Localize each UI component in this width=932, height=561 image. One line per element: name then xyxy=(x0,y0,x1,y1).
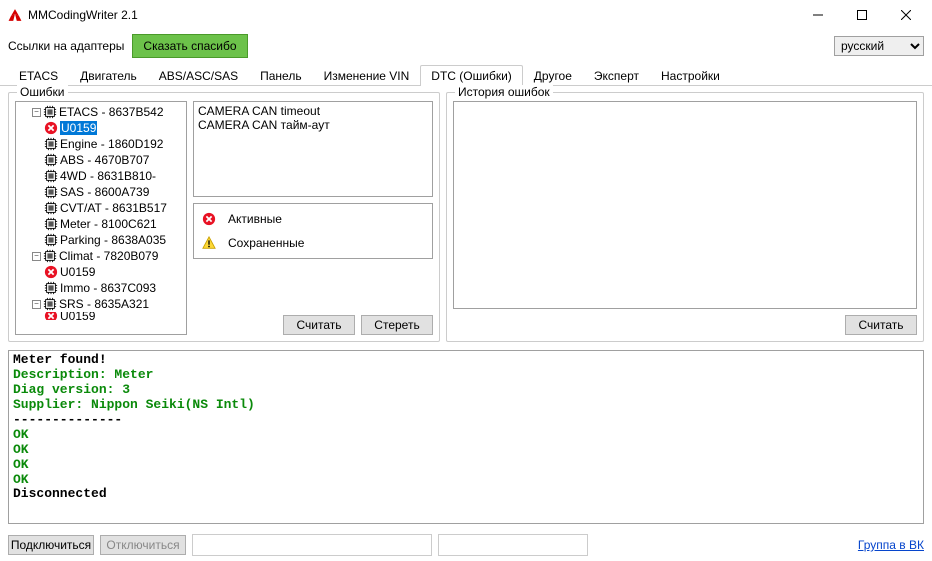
tree-node-label: SRS - 8635A321 xyxy=(59,297,149,311)
status-slot-1 xyxy=(192,534,432,556)
connect-button[interactable]: Подключиться xyxy=(8,535,94,555)
history-legend: История ошибок xyxy=(455,85,553,99)
tab-7[interactable]: Эксперт xyxy=(583,65,650,86)
tab-4[interactable]: Изменение VIN xyxy=(313,65,421,86)
tree-node-label: SAS - 8600A739 xyxy=(60,185,149,199)
tree-node-label: ABS - 4670B707 xyxy=(60,153,149,167)
tab-1[interactable]: Двигатель xyxy=(69,65,148,86)
read-errors-button[interactable]: Считать xyxy=(283,315,355,335)
errors-legend: Ошибки xyxy=(17,85,68,99)
tree-ecu-node[interactable]: ABS - 4670B707 xyxy=(18,152,184,168)
read-history-button[interactable]: Считать xyxy=(845,315,917,335)
tree-toggle-icon[interactable]: − xyxy=(32,252,41,261)
tree-toggle-icon[interactable]: − xyxy=(32,300,41,309)
minimize-button[interactable] xyxy=(796,1,840,29)
tree-ecu-node[interactable]: SAS - 8600A739 xyxy=(18,184,184,200)
window-title: MMCodingWriter 2.1 xyxy=(28,8,796,22)
tree-ecu-node[interactable]: Immo - 8637C093 xyxy=(18,280,184,296)
tab-8[interactable]: Настройки xyxy=(650,65,731,86)
tab-3[interactable]: Панель xyxy=(249,65,312,86)
titlebar: MMCodingWriter 2.1 xyxy=(0,0,932,30)
tab-bar: ETACSДвигательABS/ASC/SASПанельИзменение… xyxy=(0,64,932,86)
tab-5[interactable]: DTC (Ошибки) xyxy=(420,65,522,86)
legend-stored-label: Сохраненные xyxy=(228,236,304,250)
tree-dtc-node[interactable]: U0159 xyxy=(18,264,184,280)
tree-dtc-node[interactable]: U0159 xyxy=(18,312,184,320)
tree-ecu-node[interactable]: 4WD - 8631B810- xyxy=(18,168,184,184)
legend-active-label: Активные xyxy=(228,212,282,226)
tree-node-label: Climat - 7820B079 xyxy=(59,249,158,263)
tree-ecu-node[interactable]: − Climat - 7820B079 xyxy=(18,248,184,264)
disconnect-button: Отключиться xyxy=(100,535,186,555)
warning-icon xyxy=(202,236,216,250)
tree-dtc-node[interactable]: U0159 xyxy=(18,120,184,136)
tree-ecu-node[interactable]: CVT/AT - 8631B517 xyxy=(18,200,184,216)
toolbar: Ссылки на адаптеры Сказать спасибо русск… xyxy=(0,30,932,62)
tree-node-label: Immo - 8637C093 xyxy=(60,281,156,295)
tree-node-label: ETACS - 8637B542 xyxy=(59,105,164,119)
ecu-tree[interactable]: − ETACS - 8637B542 U0159 Engine - 1860D192 A… xyxy=(15,101,187,335)
adapters-link[interactable]: Ссылки на адаптеры xyxy=(8,39,124,53)
language-select[interactable]: русский xyxy=(834,36,924,56)
maximize-button[interactable] xyxy=(840,1,884,29)
history-list xyxy=(453,101,917,309)
thanks-button[interactable]: Сказать спасибо xyxy=(132,34,247,58)
log-console[interactable]: Meter found!Description: MeterDiag versi… xyxy=(8,350,924,524)
tree-node-label: U0159 xyxy=(60,312,95,320)
tree-ecu-node[interactable]: − SRS - 8635A321 xyxy=(18,296,184,312)
error-icon xyxy=(202,212,216,226)
tree-ecu-node[interactable]: − ETACS - 8637B542 xyxy=(18,104,184,120)
tree-node-label: 4WD - 8631B810- xyxy=(60,169,156,183)
footer: Подключиться Отключиться Группа в ВК xyxy=(0,530,932,560)
close-button[interactable] xyxy=(884,1,928,29)
tree-node-label: Meter - 8100C621 xyxy=(60,217,157,231)
tree-ecu-node[interactable]: Engine - 1860D192 xyxy=(18,136,184,152)
status-slot-2 xyxy=(438,534,588,556)
tree-node-label: U0159 xyxy=(60,265,95,279)
tree-toggle-icon[interactable]: − xyxy=(32,108,41,117)
status-legend: Активные Сохраненные xyxy=(193,203,433,259)
tab-6[interactable]: Другое xyxy=(523,65,583,86)
tree-ecu-node[interactable]: Parking - 8638A035 xyxy=(18,232,184,248)
tab-0[interactable]: ETACS xyxy=(8,65,69,86)
erase-errors-button[interactable]: Стереть xyxy=(361,315,433,335)
vk-link[interactable]: Группа в ВК xyxy=(858,538,924,552)
tree-node-label: Engine - 1860D192 xyxy=(60,137,163,151)
tree-node-label: U0159 xyxy=(60,121,97,135)
app-logo-icon xyxy=(8,8,22,22)
tree-ecu-node[interactable]: Meter - 8100C621 xyxy=(18,216,184,232)
errors-group: Ошибки −ETACS - 8637B542U0159Engine - 18… xyxy=(8,92,440,342)
tree-node-label: Parking - 8638A035 xyxy=(60,233,166,247)
dtc-detail: CAMERA CAN timeoutCAMERA CAN тайм-аут xyxy=(193,101,433,197)
tree-node-label: CVT/AT - 8631B517 xyxy=(60,201,167,215)
tab-2[interactable]: ABS/ASC/SAS xyxy=(148,65,249,86)
history-group: История ошибок Считать xyxy=(446,92,924,342)
